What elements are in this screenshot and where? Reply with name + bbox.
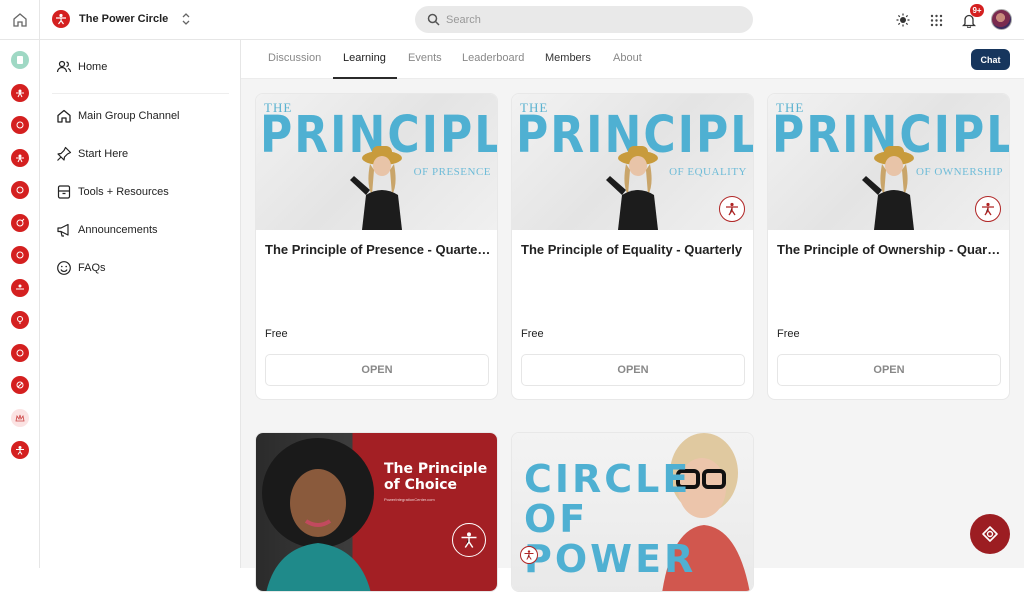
search-bar[interactable] [415, 6, 753, 33]
course-title[interactable]: The Principle of Ownership - Quarterly [777, 242, 1003, 257]
community-red-icon[interactable] [11, 116, 29, 134]
community-red-icon[interactable] [11, 84, 29, 102]
community-red-icon[interactable] [11, 214, 29, 232]
community-rail [0, 0, 40, 568]
tab-members[interactable]: Members [545, 52, 591, 79]
course-card[interactable]: THE PRINCIPLE OF PRESENCE The Principle … [255, 93, 498, 400]
open-course-button[interactable]: OPEN [265, 354, 489, 386]
smiley-icon [57, 261, 71, 275]
floating-chat-button[interactable] [970, 514, 1010, 554]
community-red-icon[interactable] [11, 181, 29, 199]
tab-about[interactable]: About [613, 52, 642, 79]
crown-icon[interactable] [11, 409, 29, 427]
pin-icon [57, 146, 72, 161]
thumbnail-text: OF PRESENCE [413, 166, 491, 178]
community-red-icon[interactable] [11, 279, 29, 297]
people-icon [56, 60, 72, 73]
community-red-icon[interactable] [11, 441, 29, 459]
community-name: The Power Circle [79, 13, 169, 25]
sidebar-divider [52, 93, 229, 94]
tab-discussion[interactable]: Discussion [268, 52, 321, 79]
sidebar-item-label: FAQs [78, 262, 106, 274]
box-icon [57, 185, 71, 199]
home-icon[interactable] [11, 11, 29, 29]
course-thumbnail: THE PRINCIPLE OF EQUALITY [512, 94, 753, 230]
avatar[interactable] [991, 9, 1012, 30]
sidebar-item-start-here[interactable]: Start Here [56, 144, 128, 164]
vitruvian-emblem-icon [975, 196, 1001, 222]
course-price: Free [265, 328, 288, 340]
woman-photo [606, 146, 658, 230]
woman-photo [862, 146, 914, 230]
chevron-up-down-icon [182, 13, 190, 25]
sidebar-item-announcements[interactable]: Announcements [56, 220, 158, 240]
vitruvian-emblem-icon [520, 546, 538, 564]
megaphone-icon [57, 223, 69, 237]
chat-button[interactable]: Chat [971, 49, 1010, 70]
main-content: Discussion Learning Events Leaderboard M… [241, 40, 1024, 592]
search-icon [427, 13, 440, 26]
sun-icon[interactable] [894, 11, 912, 29]
sidebar-item-main-group-channel[interactable]: Main Group Channel [56, 106, 180, 126]
course-card[interactable]: CIRCLE OF POWER [511, 432, 754, 592]
vitruvian-emblem-icon [719, 196, 745, 222]
rail-divider [0, 39, 40, 40]
woman-photo [262, 438, 374, 591]
support-chat-icon [982, 526, 998, 542]
sidebar-item-label: Announcements [78, 224, 158, 236]
vitruvian-emblem-icon [452, 523, 486, 557]
top-header: The Power Circle 9+ [40, 0, 1024, 40]
thumbnail-text: CIRCLE OF POWER [524, 457, 697, 581]
community-green-icon[interactable] [11, 51, 29, 69]
sidebar-item-tools-resources[interactable]: Tools + Resources [56, 182, 169, 202]
course-title[interactable]: The Principle of Presence - Quarterly [265, 242, 491, 257]
channel-sidebar: Home Main Group Channel Start Here Tools… [40, 40, 241, 568]
tab-leaderboard[interactable]: Leaderboard [462, 52, 524, 79]
community-red-icon[interactable] [11, 246, 29, 264]
open-course-button[interactable]: OPEN [521, 354, 745, 386]
sidebar-item-label: Home [78, 61, 108, 73]
course-thumbnail: CIRCLE OF POWER [512, 433, 753, 591]
course-price: Free [521, 328, 544, 340]
sidebar-item-label: Tools + Resources [78, 186, 169, 198]
thumbnail-text: OF OWNERSHIP [916, 166, 1003, 178]
course-title[interactable]: The Principle of Equality - Quarterly [521, 242, 747, 257]
woman-photo [350, 146, 402, 230]
course-price: Free [777, 328, 800, 340]
sidebar-item-label: Main Group Channel [78, 110, 180, 122]
community-red-icon[interactable] [11, 376, 29, 394]
thumbnail-text: PowerIntegrationCenter.com [384, 497, 435, 502]
community-red-icon[interactable] [11, 149, 29, 167]
community-logo [52, 10, 70, 28]
course-thumbnail: The Principle of Choice PowerIntegration… [256, 433, 497, 591]
community-red-icon[interactable] [11, 311, 29, 329]
course-thumbnail: THE PRINCIPLE OF OWNERSHIP [768, 94, 1009, 230]
sidebar-item-home[interactable]: Home [56, 57, 107, 77]
tab-events[interactable]: Events [408, 52, 442, 79]
course-thumbnail: THE PRINCIPLE OF PRESENCE [256, 94, 497, 230]
sidebar-item-faqs[interactable]: FAQs [56, 258, 106, 278]
course-card[interactable]: The Principle of Choice PowerIntegration… [255, 432, 498, 592]
house-icon [57, 109, 71, 123]
thumbnail-text: OF EQUALITY [669, 166, 747, 178]
search-input[interactable] [446, 13, 726, 26]
course-card[interactable]: THE PRINCIPLE OF OWNERSHIP The Principle… [767, 93, 1010, 400]
community-red-icon[interactable] [11, 344, 29, 362]
thumbnail-text: The Principle of Choice [384, 461, 488, 493]
bell-icon[interactable]: 9+ [960, 4, 984, 29]
sidebar-item-label: Start Here [78, 148, 129, 160]
tab-bar: Discussion Learning Events Leaderboard M… [241, 40, 1024, 79]
apps-grid-icon[interactable] [927, 11, 945, 29]
course-card[interactable]: THE PRINCIPLE OF EQUALITY The Principle … [511, 93, 754, 400]
community-switcher[interactable]: The Power Circle [52, 10, 192, 28]
open-course-button[interactable]: OPEN [777, 354, 1001, 386]
tab-learning[interactable]: Learning [333, 52, 397, 79]
notification-badge: 9+ [970, 4, 984, 17]
